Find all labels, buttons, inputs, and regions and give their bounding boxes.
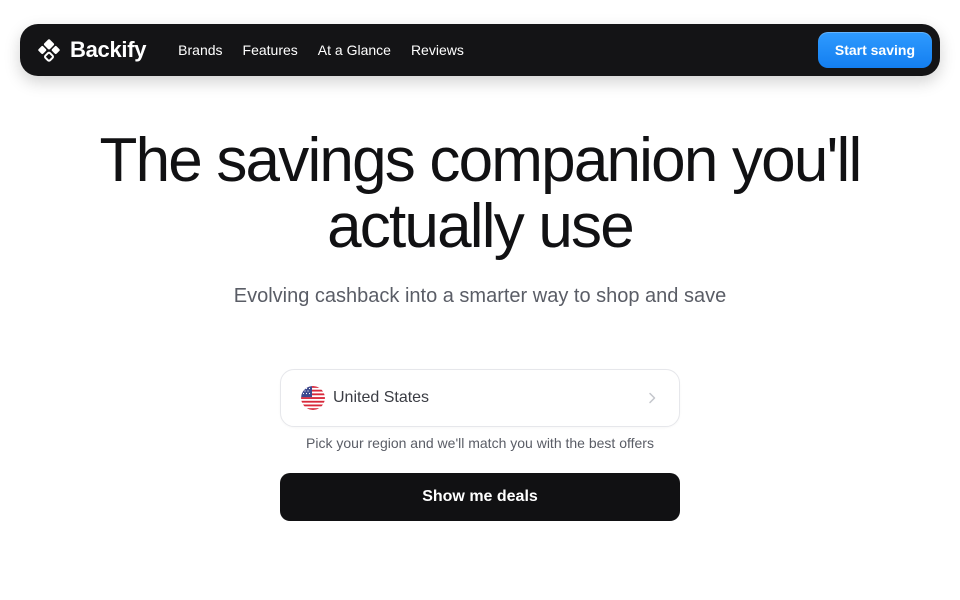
backify-logo-icon (34, 35, 64, 65)
chevron-right-icon (645, 391, 659, 405)
hero-title-line-1: The savings companion you'll (99, 126, 863, 195)
region-helper-text: Pick your region and we'll match you wit… (306, 435, 654, 451)
nav-link-brands[interactable]: Brands (178, 42, 222, 58)
brand-name: Backify (70, 37, 147, 62)
hero-title-line-2: actually use (327, 192, 635, 261)
region-selector[interactable]: United States (280, 369, 680, 427)
nav-links: Brands Features At a Glance Reviews (178, 42, 464, 58)
brand-logo[interactable]: Backify (34, 35, 146, 65)
hero-subtitle: Evolving cashback into a smarter way to … (233, 285, 727, 307)
show-me-deals-button[interactable]: Show me deals (280, 473, 680, 521)
nav-link-features[interactable]: Features (243, 42, 298, 58)
region-selected-label: United States (333, 389, 430, 406)
nav-link-reviews[interactable]: Reviews (411, 42, 464, 58)
hero-title: The savings companion you'll actually us… (0, 128, 960, 260)
nav-link-at-a-glance[interactable]: At a Glance (318, 42, 391, 58)
top-navbar: Backify Brands Features At a Glance Revi… (20, 24, 940, 76)
start-saving-button[interactable]: Start saving (817, 32, 932, 68)
us-flag-icon (301, 386, 325, 410)
